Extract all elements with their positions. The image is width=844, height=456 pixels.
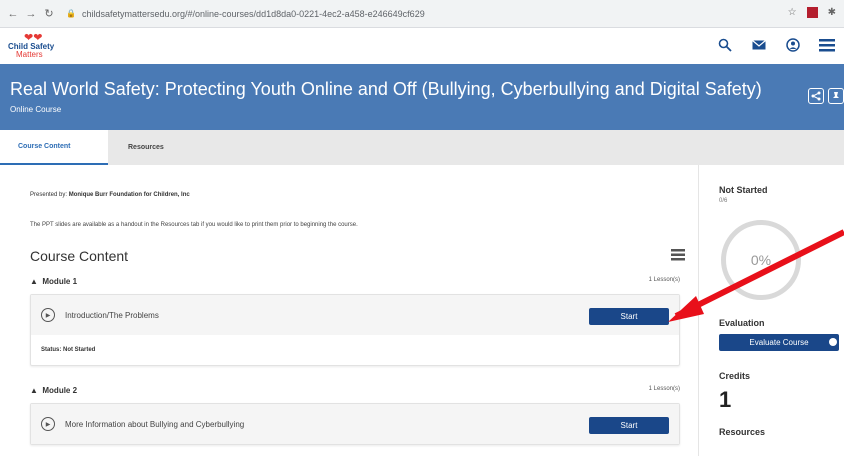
lesson-count: 1 Lesson(s) bbox=[648, 386, 680, 392]
module-name: Module 2 bbox=[42, 386, 78, 395]
course-main: Presented by: Monique Burr Foundation fo… bbox=[0, 165, 698, 456]
site-header: ❤❤ Child Safety Matters bbox=[0, 28, 844, 64]
forward-icon[interactable]: → bbox=[24, 8, 38, 20]
extensions-puzzle-icon[interactable]: ✱ bbox=[828, 7, 836, 18]
browser-toolbar: ← → ↻ 🔒 childsafetymattersedu.org/#/onli… bbox=[0, 0, 844, 28]
play-icon[interactable]: ▶ bbox=[41, 308, 55, 322]
ppt-note: The PPT slides are available as a handou… bbox=[30, 222, 358, 228]
course-subtitle: Online Course bbox=[10, 105, 62, 114]
credits-title: Credits bbox=[719, 371, 751, 381]
address-bar[interactable]: childsafetymattersedu.org/#/online-cours… bbox=[82, 9, 425, 19]
pin-icon[interactable] bbox=[828, 88, 844, 104]
lesson-card: ▶ More Information about Bullying and Cy… bbox=[30, 403, 680, 445]
start-button[interactable]: Start bbox=[589, 417, 669, 434]
lesson-status: Status: Not Started bbox=[41, 347, 96, 353]
play-icon[interactable]: ▶ bbox=[41, 417, 55, 431]
lesson-card: ▶ Introduction/The Problems Start Status… bbox=[30, 294, 680, 366]
collapse-icon[interactable]: ▲ bbox=[30, 277, 38, 286]
tab-resources[interactable]: Resources bbox=[108, 130, 184, 165]
course-banner: Real World Safety: Protecting Youth Onli… bbox=[0, 64, 844, 130]
info-icon bbox=[829, 338, 837, 346]
collapse-icon[interactable]: ▲ bbox=[30, 386, 38, 395]
evaluate-course-button[interactable]: Evaluate Course bbox=[719, 334, 839, 351]
tab-course-content[interactable]: Course Content bbox=[0, 130, 108, 165]
section-title: Course Content bbox=[30, 248, 129, 264]
resources-title: Resources bbox=[719, 427, 766, 437]
progress-ring: 0% bbox=[721, 220, 801, 300]
lesson-title[interactable]: More Information about Bullying and Cybe… bbox=[65, 420, 244, 429]
evaluation-title: Evaluation bbox=[719, 318, 765, 328]
course-sidebar: Not Started 0/6 0% Evaluation Evaluate C… bbox=[698, 165, 844, 456]
presented-label: Presented by: bbox=[30, 192, 68, 198]
evaluate-label: Evaluate Course bbox=[749, 338, 809, 347]
mail-icon[interactable] bbox=[750, 36, 768, 54]
lock-icon: 🔒 bbox=[66, 9, 76, 18]
course-tabs: Course Content Resources bbox=[0, 130, 844, 165]
search-icon[interactable] bbox=[716, 36, 734, 54]
lesson-title[interactable]: Introduction/The Problems bbox=[65, 311, 159, 320]
lesson-count: 1 Lesson(s) bbox=[648, 277, 680, 283]
status-title: Not Started bbox=[719, 185, 768, 195]
back-icon[interactable]: ← bbox=[6, 8, 20, 20]
reload-icon[interactable]: ↻ bbox=[42, 7, 56, 20]
user-icon[interactable] bbox=[784, 36, 802, 54]
star-icon[interactable]: ☆ bbox=[788, 7, 797, 18]
logo-text-matters: Matters bbox=[16, 50, 43, 59]
site-logo[interactable]: ❤❤ Child Safety Matters bbox=[8, 31, 58, 61]
course-title: Real World Safety: Protecting Youth Onli… bbox=[10, 79, 762, 99]
share-icon[interactable] bbox=[808, 88, 824, 104]
progress-percent: 0% bbox=[750, 252, 772, 268]
presenter-name: Monique Burr Foundation for Children, In… bbox=[68, 192, 190, 198]
start-button[interactable]: Start bbox=[589, 308, 669, 325]
credits-value: 1 bbox=[719, 387, 732, 412]
module-name: Module 1 bbox=[42, 277, 78, 286]
module-2-header[interactable]: ▲ Module 2 1 Lesson(s) bbox=[30, 386, 680, 395]
menu-icon[interactable] bbox=[818, 36, 836, 54]
status-count: 0/6 bbox=[719, 198, 728, 204]
presented-by: Presented by: Monique Burr Foundation fo… bbox=[30, 192, 698, 198]
module-1-header[interactable]: ▲ Module 1 1 Lesson(s) bbox=[30, 277, 680, 286]
extension-icon[interactable] bbox=[806, 7, 818, 18]
list-view-icon[interactable] bbox=[671, 248, 685, 264]
